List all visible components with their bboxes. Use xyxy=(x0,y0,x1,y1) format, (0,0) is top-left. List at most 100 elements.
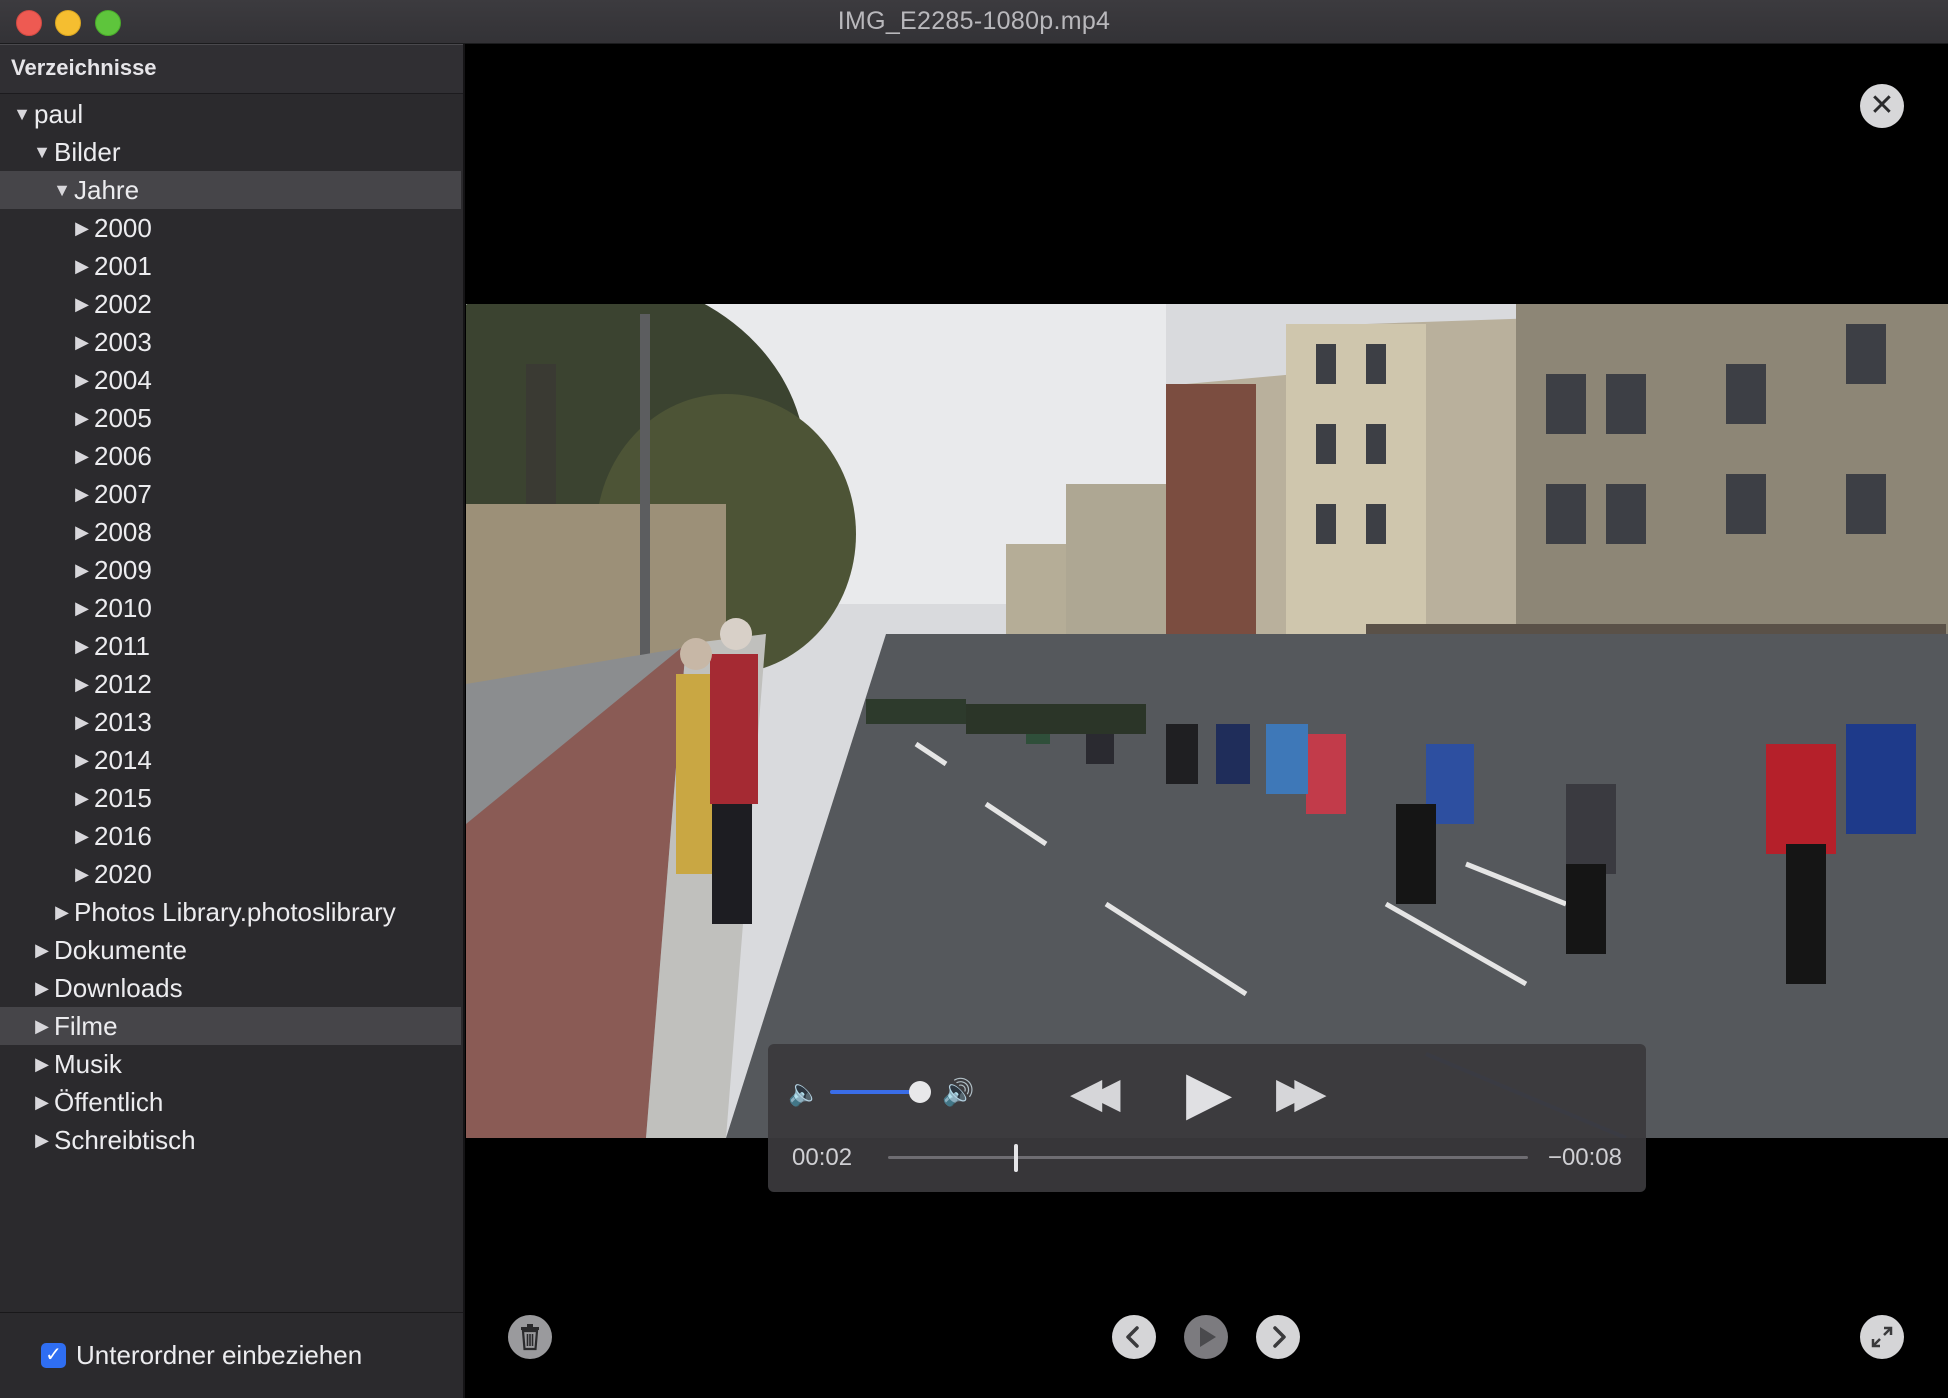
fullscreen-button[interactable] xyxy=(1860,1315,1904,1359)
disclosure-collapsed-icon[interactable]: ▶ xyxy=(32,1083,52,1121)
previous-button[interactable] xyxy=(1112,1315,1156,1359)
volume-low-icon[interactable]: 🔈 xyxy=(788,1077,820,1108)
tree-row-2014[interactable]: ▶ 2014 xyxy=(0,741,461,779)
current-time: 00:02 xyxy=(792,1144,853,1171)
tree-row-2013[interactable]: ▶ 2013 xyxy=(0,703,461,741)
disclosure-collapsed-icon[interactable]: ▶ xyxy=(32,1007,52,1045)
disclosure-collapsed-icon[interactable]: ▶ xyxy=(72,475,92,513)
disclosure-collapsed-icon[interactable]: ▶ xyxy=(72,247,92,285)
include-subfolders-label[interactable]: Unterordner einbeziehen xyxy=(76,1340,362,1371)
include-subfolders-checkbox[interactable]: ✓ xyxy=(41,1343,66,1368)
tree-row-label: Musik xyxy=(54,1049,122,1079)
tree-row-2020[interactable]: ▶ 2020 xyxy=(0,855,461,893)
disclosure-collapsed-icon[interactable]: ▶ xyxy=(72,551,92,589)
disclosure-expanded-icon[interactable]: ▼ xyxy=(12,95,32,133)
disclosure-collapsed-icon[interactable]: ▶ xyxy=(72,855,92,893)
disclosure-expanded-icon[interactable]: ▼ xyxy=(32,133,52,171)
tree-row-label: Filme xyxy=(54,1011,118,1041)
disclosure-collapsed-icon[interactable]: ▶ xyxy=(72,399,92,437)
disclosure-collapsed-icon[interactable]: ▶ xyxy=(72,627,92,665)
disclosure-collapsed-icon[interactable]: ▶ xyxy=(32,1045,52,1083)
tree-row-label: 2020 xyxy=(94,859,152,889)
disclosure-collapsed-icon[interactable]: ▶ xyxy=(32,1121,52,1159)
disclosure-collapsed-icon[interactable]: ▶ xyxy=(72,285,92,323)
video-image xyxy=(466,304,1948,1138)
volume-high-icon[interactable]: 🔊 xyxy=(942,1077,974,1108)
disclosure-collapsed-icon[interactable]: ▶ xyxy=(72,665,92,703)
tree-row-2005[interactable]: ▶ 2005 xyxy=(0,399,461,437)
disclosure-collapsed-icon[interactable]: ▶ xyxy=(32,931,52,969)
tree-row-jahre[interactable]: ▼ Jahre xyxy=(0,171,461,209)
tree-row-2009[interactable]: ▶ 2009 xyxy=(0,551,461,589)
tree-row-label: Dokumente xyxy=(54,935,187,965)
play-icon xyxy=(1200,1327,1216,1347)
slideshow-button[interactable] xyxy=(1184,1315,1228,1359)
tree-row-label: Jahre xyxy=(74,175,140,205)
tree-row-2000[interactable]: ▶ 2000 xyxy=(0,209,461,247)
volume-slider-knob[interactable] xyxy=(909,1081,931,1103)
tree-row-2016[interactable]: ▶ 2016 xyxy=(0,817,461,855)
disclosure-collapsed-icon[interactable]: ▶ xyxy=(72,817,92,855)
close-viewer-button[interactable]: ✕ xyxy=(1860,84,1904,128)
chevron-right-icon xyxy=(1273,1326,1286,1348)
disclosure-collapsed-icon[interactable]: ▶ xyxy=(72,779,92,817)
tree-row-label: 2013 xyxy=(94,707,152,737)
tree-row-label: 2003 xyxy=(94,327,152,357)
tree-row-2004[interactable]: ▶ 2004 xyxy=(0,361,461,399)
tree-row-filme[interactable]: ▶ Filme xyxy=(0,1007,461,1045)
disclosure-collapsed-icon[interactable]: ▶ xyxy=(72,703,92,741)
scrub-bar[interactable] xyxy=(888,1156,1528,1159)
tree-row-schreibtisch[interactable]: ▶ Schreibtisch xyxy=(0,1121,461,1159)
disclosure-collapsed-icon[interactable]: ▶ xyxy=(72,323,92,361)
fast-forward-button[interactable]: ▶▶ xyxy=(1276,1068,1326,1117)
tree-row-2008[interactable]: ▶ 2008 xyxy=(0,513,461,551)
next-button[interactable] xyxy=(1256,1315,1300,1359)
tree-row-label: 2001 xyxy=(94,251,152,281)
disclosure-collapsed-icon[interactable]: ▶ xyxy=(32,969,52,1007)
tree-row-2007[interactable]: ▶ 2007 xyxy=(0,475,461,513)
disclosure-collapsed-icon[interactable]: ▶ xyxy=(72,361,92,399)
tree-row-photos-library-photoslibrary[interactable]: ▶ Photos Library.photoslibrary xyxy=(0,893,461,931)
tree-row-label: 2005 xyxy=(94,403,152,433)
play-button[interactable]: ▶ xyxy=(1186,1058,1232,1128)
video-frame[interactable] xyxy=(466,304,1948,1138)
expand-icon xyxy=(1871,1326,1893,1348)
app-window: IMG_E2285-1080p.mp4 Verzeichnisse ▼ paul ▼… xyxy=(0,0,1948,1398)
tree-row-2012[interactable]: ▶ 2012 xyxy=(0,665,461,703)
main-viewer: ✕ 🔈 🔊 ◀◀ ▶ ▶▶ 00:02 −00:08 xyxy=(466,44,1948,1398)
tree-row-2015[interactable]: ▶ 2015 xyxy=(0,779,461,817)
tree-row-2011[interactable]: ▶ 2011 xyxy=(0,627,461,665)
disclosure-collapsed-icon[interactable]: ▶ xyxy=(72,741,92,779)
tree-row-öffentlich[interactable]: ▶ Öffentlich xyxy=(0,1083,461,1121)
delete-button[interactable] xyxy=(508,1315,552,1359)
tree-row-downloads[interactable]: ▶ Downloads xyxy=(0,969,461,1007)
tree-row-label: 2016 xyxy=(94,821,152,851)
tree-row-dokumente[interactable]: ▶ Dokumente xyxy=(0,931,461,969)
disclosure-collapsed-icon[interactable]: ▶ xyxy=(52,893,72,931)
tree-row-paul[interactable]: ▼ paul xyxy=(0,95,461,133)
sidebar-header: Verzeichnisse xyxy=(0,44,463,94)
tree-row-label: 2008 xyxy=(94,517,152,547)
disclosure-collapsed-icon[interactable]: ▶ xyxy=(72,589,92,627)
tree-row-2001[interactable]: ▶ 2001 xyxy=(0,247,461,285)
tree-row-2003[interactable]: ▶ 2003 xyxy=(0,323,461,361)
tree-row-musik[interactable]: ▶ Musik xyxy=(0,1045,461,1083)
tree-row-label: 2011 xyxy=(94,631,150,661)
disclosure-collapsed-icon[interactable]: ▶ xyxy=(72,437,92,475)
window-title: IMG_E2285-1080p.mp4 xyxy=(837,7,1111,35)
disclosure-collapsed-icon[interactable]: ▶ xyxy=(72,209,92,247)
volume-slider[interactable] xyxy=(830,1090,920,1094)
tree-row-label: 2007 xyxy=(94,479,152,509)
disclosure-expanded-icon[interactable]: ▼ xyxy=(52,171,72,209)
rewind-button[interactable]: ◀◀ xyxy=(1070,1068,1120,1117)
tree-row-label: 2000 xyxy=(94,213,152,243)
disclosure-collapsed-icon[interactable]: ▶ xyxy=(72,513,92,551)
scrub-playhead[interactable] xyxy=(1014,1144,1018,1172)
remaining-time: −00:08 xyxy=(1547,1144,1622,1171)
title-bar[interactable]: IMG_E2285-1080p.mp4 xyxy=(0,0,1948,44)
tree-row-2002[interactable]: ▶ 2002 xyxy=(0,285,461,323)
tree-row-2006[interactable]: ▶ 2006 xyxy=(0,437,461,475)
tree-row-2010[interactable]: ▶ 2010 xyxy=(0,589,461,627)
tree-row-bilder[interactable]: ▼ Bilder xyxy=(0,133,461,171)
tree-row-label: 2004 xyxy=(94,365,152,395)
